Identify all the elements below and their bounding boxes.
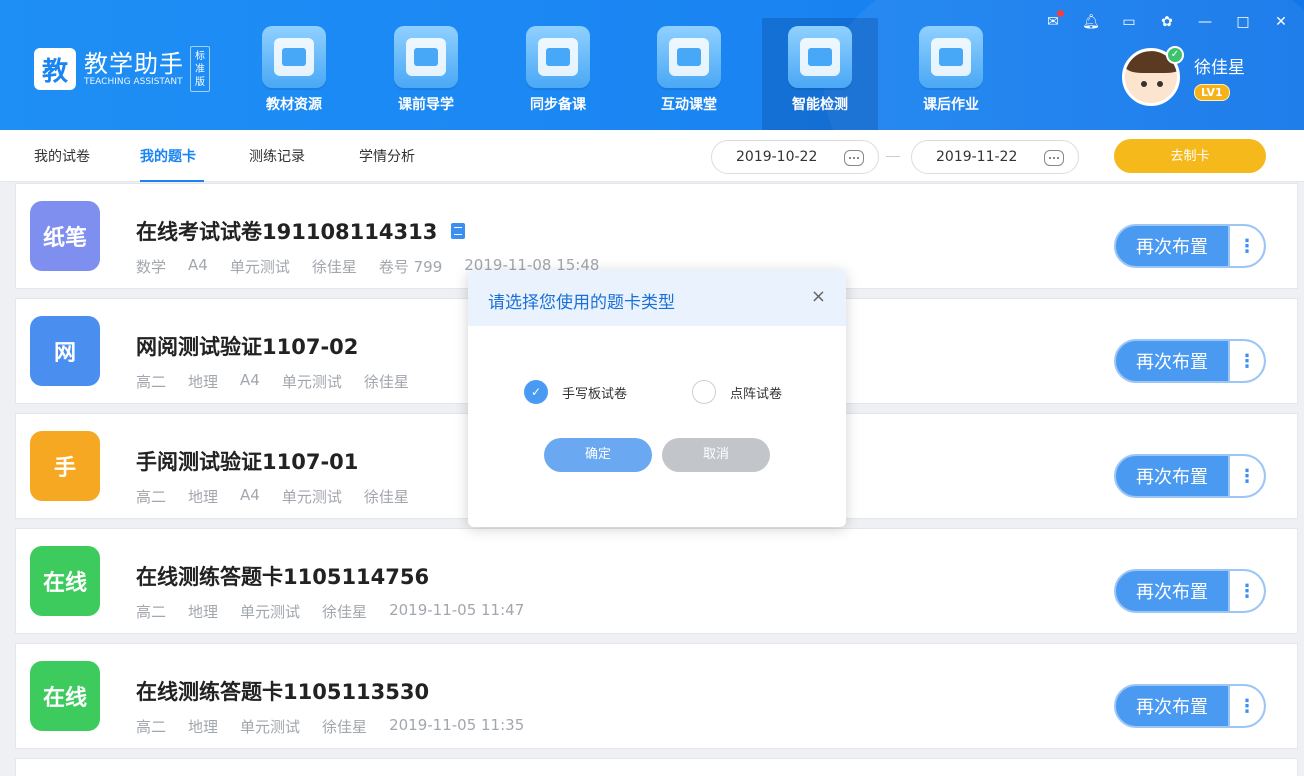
logo-mark: 教 [34, 48, 76, 90]
app-name-en: TEACHING ASSISTANT [84, 76, 183, 87]
type-badge: 在线 [30, 546, 100, 616]
app-logo: 教 教学助手 TEACHING ASSISTANT 标 准 版 [34, 46, 210, 92]
dialog-title: 请选择您使用的题卡类型 [488, 293, 675, 313]
tab-test-records[interactable]: 测练记录 [249, 146, 305, 166]
item-title: 在线考试试卷191108114313 [136, 220, 438, 244]
reassign-button[interactable]: 再次布置 [1116, 578, 1228, 604]
date-from-value: 2019-10-22 [736, 149, 818, 165]
item-meta: 高二 地理 A4 单元测试 徐佳星 [136, 371, 409, 391]
tab-learning-analysis[interactable]: 学情分析 [359, 146, 415, 166]
radio-checked-icon[interactable]: ✓ [524, 380, 548, 404]
active-tab-indicator [140, 180, 204, 182]
window-controls: ✉ 🔔︎ ▭ ✿ — □ ✕ [1044, 10, 1290, 30]
radio-unchecked-icon[interactable] [692, 380, 716, 404]
more-options-icon[interactable]: ⋮ [1228, 226, 1264, 266]
upload-guide-icon [394, 26, 458, 88]
reassign-button-group: 再次布置 ⋮ [1114, 224, 1266, 268]
maximize-icon[interactable]: □ [1234, 14, 1252, 30]
item-meta: 高二 地理 单元测试 徐佳星 2019-11-05 11:35 [136, 716, 525, 736]
tab-my-papers[interactable]: 我的试卷 [34, 146, 90, 166]
item-meta: 高二 地理 A4 单元测试 徐佳星 [136, 486, 409, 506]
reassign-button[interactable]: 再次布置 [1116, 233, 1228, 259]
reassign-button[interactable]: 再次布置 [1116, 463, 1228, 489]
reassign-button-group: 再次布置 ⋮ [1114, 684, 1266, 728]
date-range-separator [886, 156, 900, 157]
nav-homework[interactable]: 课后作业 [893, 18, 1009, 130]
close-icon[interactable]: ✕ [1272, 14, 1290, 30]
more-options-icon[interactable]: ⋮ [1228, 571, 1264, 611]
app-header: 教 教学助手 TEACHING ASSISTANT 标 准 版 教材资源 课前导… [0, 0, 1304, 130]
calendar-icon [844, 150, 864, 166]
reassign-button-group: 再次布置 ⋮ [1114, 569, 1266, 613]
item-title: 在线测练答题卡1105113530 [136, 680, 430, 704]
chat-icon[interactable]: ▭ [1120, 14, 1138, 30]
nav-textbook-resources[interactable]: 教材资源 [236, 18, 352, 130]
date-to-value: 2019-11-22 [936, 149, 1018, 165]
list-item[interactable]: 在线 在线测练答题卡1105114756 高二 地理 单元测试 徐佳星 2019… [15, 528, 1298, 634]
more-options-icon[interactable]: ⋮ [1228, 456, 1264, 496]
reassign-button[interactable]: 再次布置 [1116, 348, 1228, 374]
more-options-icon[interactable]: ⋮ [1228, 686, 1264, 726]
option-label: 手写板试卷 [562, 386, 628, 402]
document-icon[interactable] [451, 223, 466, 239]
dialog-header: 请选择您使用的题卡类型 × [468, 270, 846, 326]
pencil-paper-icon [526, 26, 590, 88]
bell-icon[interactable]: 🔔︎ [1082, 14, 1100, 30]
reassign-button-group: 再次布置 ⋮ [1114, 454, 1266, 498]
message-icon[interactable]: ✉ [1044, 10, 1064, 30]
list-item[interactable]: 在线 在线测练答题卡1105113530 高二 地理 单元测试 徐佳星 2019… [15, 643, 1298, 749]
type-badge: 在线 [30, 661, 100, 731]
make-card-button[interactable]: 去制卡 [1114, 139, 1266, 173]
item-title: 在线测练答题卡1105114756 [136, 565, 430, 589]
nav-preclass-guide[interactable]: 课前导学 [368, 18, 484, 130]
date-from-picker[interactable]: 2019-10-22 [711, 140, 879, 174]
textbook-icon [262, 26, 326, 88]
nav-smart-test[interactable]: 智能检测 [762, 18, 878, 130]
user-level-badge: LV1 [1194, 84, 1230, 101]
option-dot-matrix[interactable]: 点阵试卷 [692, 380, 782, 404]
nav-lesson-prep[interactable]: 同步备课 [500, 18, 616, 130]
type-badge: 网 [30, 316, 100, 386]
nav-interactive-class[interactable]: 互动课堂 [631, 18, 747, 130]
item-meta: 高二 地理 单元测试 徐佳星 2019-11-05 11:47 [136, 601, 525, 621]
item-title: 手阅测试验证1107-01 [136, 450, 359, 474]
app-name: 教学助手 [84, 49, 184, 78]
gear-icon[interactable]: ✿ [1158, 14, 1176, 30]
list-item [15, 758, 1298, 776]
user-name: 徐佳星 [1194, 58, 1245, 78]
confirm-button[interactable]: 确定 [544, 438, 652, 472]
option-label: 点阵试卷 [730, 386, 783, 402]
cancel-button[interactable]: 取消 [662, 438, 770, 472]
type-badge: 纸笔 [30, 201, 100, 271]
minimize-icon[interactable]: — [1196, 14, 1214, 30]
card-type-dialog: 请选择您使用的题卡类型 × ✓ 手写板试卷 点阵试卷 确定 取消 [468, 270, 846, 527]
option-handwriting-board[interactable]: ✓ 手写板试卷 [524, 380, 627, 404]
more-options-icon[interactable]: ⋮ [1228, 341, 1264, 381]
type-badge: 手 [30, 431, 100, 501]
calendar-icon [1044, 150, 1064, 166]
edition-badge: 标 准 版 [190, 46, 210, 92]
date-to-picker[interactable]: 2019-11-22 [911, 140, 1079, 174]
clipboard-check-icon [788, 26, 852, 88]
close-icon[interactable]: × [811, 286, 826, 307]
monitor-icon [657, 26, 721, 88]
tab-my-cards[interactable]: 我的题卡 [140, 146, 196, 166]
item-title: 网阅测试验证1107-02 [136, 335, 359, 359]
backpack-icon [919, 26, 983, 88]
reassign-button-group: 再次布置 ⋮ [1114, 339, 1266, 383]
sub-toolbar: 我的试卷 我的题卡 测练记录 学情分析 2019-10-22 2019-11-2… [0, 130, 1304, 182]
reassign-button[interactable]: 再次布置 [1116, 693, 1228, 719]
verified-check-icon: ✓ [1166, 46, 1184, 64]
